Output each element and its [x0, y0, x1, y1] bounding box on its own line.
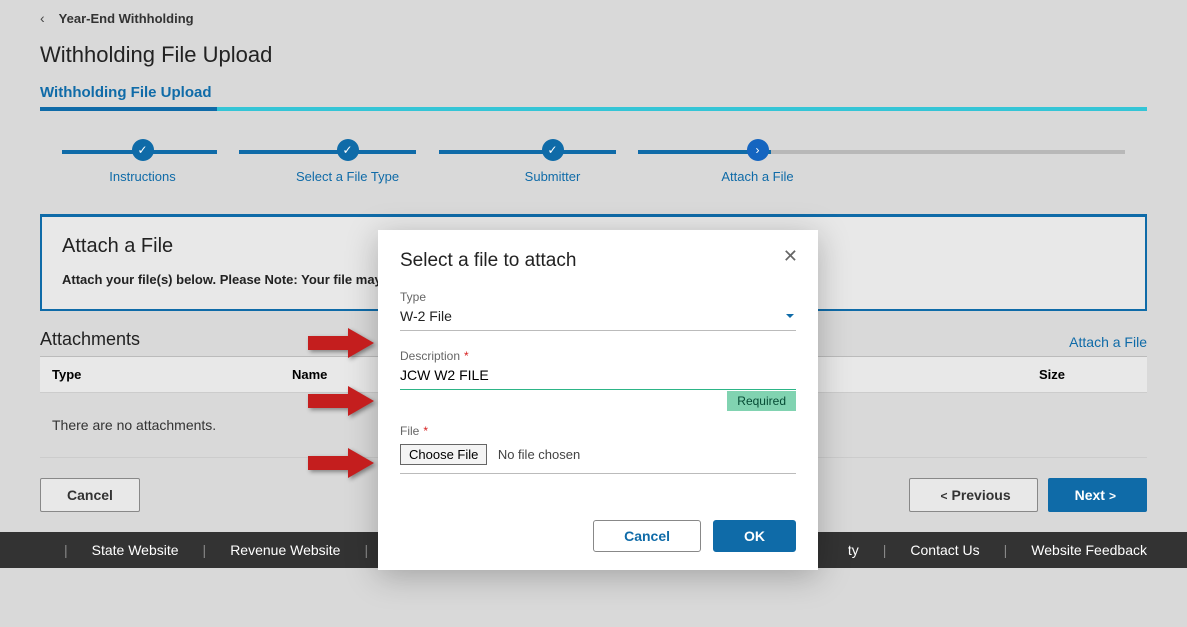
- footer-link-feedback[interactable]: Website Feedback: [1031, 542, 1147, 558]
- description-input-wrap: Required: [400, 363, 796, 390]
- field-description: Description* Required: [400, 349, 796, 390]
- footer-link-revenue[interactable]: Revenue Website: [230, 542, 340, 558]
- file-status: No file chosen: [498, 447, 580, 462]
- step-attach-file[interactable]: › Attach a File: [655, 139, 860, 184]
- arrow-callout-description: [308, 386, 378, 416]
- chevron-right-icon: >: [1109, 489, 1116, 503]
- footer-link-state[interactable]: State Website: [92, 542, 179, 558]
- attachments-heading: Attachments: [40, 329, 140, 350]
- step-label: Submitter: [450, 169, 655, 184]
- footer-link-contact[interactable]: Contact Us: [910, 542, 979, 558]
- step-select-file-type[interactable]: ✓ Select a File Type: [245, 139, 450, 184]
- required-pill: Required: [727, 391, 796, 411]
- previous-button[interactable]: < Previous: [909, 478, 1037, 512]
- step-submitter[interactable]: ✓ Submitter: [450, 139, 655, 184]
- modal-cancel-button[interactable]: Cancel: [593, 520, 701, 552]
- previous-label: Previous: [951, 487, 1010, 503]
- stepper: ✓ Instructions ✓ Select a File Type ✓ Su…: [0, 111, 1187, 194]
- field-type: Type W-2 File: [400, 290, 796, 331]
- page-title: Withholding File Upload: [0, 36, 1187, 84]
- type-select[interactable]: W-2 File: [400, 304, 796, 331]
- footer-link-partial[interactable]: ty: [848, 542, 859, 558]
- attach-file-link[interactable]: Attach a File: [1069, 334, 1147, 350]
- chevron-left-icon[interactable]: ‹: [40, 10, 45, 26]
- field-label: File*: [400, 424, 796, 438]
- field-label: Description*: [400, 349, 796, 363]
- description-input[interactable]: [400, 367, 677, 383]
- attach-file-modal: Select a file to attach ✕ Type W-2 File …: [378, 230, 818, 570]
- check-icon: ✓: [337, 139, 359, 161]
- breadcrumb[interactable]: ‹ Year-End Withholding: [0, 0, 1187, 36]
- cancel-button[interactable]: Cancel: [40, 478, 140, 512]
- next-button[interactable]: Next >: [1048, 478, 1147, 512]
- field-file: File* Choose File No file chosen: [400, 424, 796, 474]
- choose-file-button[interactable]: Choose File: [400, 444, 487, 465]
- next-label: Next: [1075, 487, 1105, 503]
- subtab-label[interactable]: Withholding File Upload: [40, 84, 212, 107]
- step-label: Instructions: [40, 169, 245, 184]
- modal-ok-button[interactable]: OK: [713, 520, 796, 552]
- arrow-callout-file: [308, 448, 378, 478]
- field-label: Type: [400, 290, 796, 304]
- chevron-left-icon: <: [940, 489, 947, 503]
- check-icon: ✓: [132, 139, 154, 161]
- step-label: Attach a File: [655, 169, 860, 184]
- breadcrumb-label[interactable]: Year-End Withholding: [59, 11, 194, 26]
- col-size[interactable]: Size: [1027, 357, 1147, 392]
- col-type[interactable]: Type: [40, 357, 280, 392]
- step-label: Select a File Type: [245, 169, 450, 184]
- check-icon: ✓: [542, 139, 564, 161]
- modal-title: Select a file to attach: [400, 250, 796, 272]
- arrow-right-icon: ›: [747, 139, 769, 161]
- step-instructions[interactable]: ✓ Instructions: [40, 139, 245, 184]
- arrow-callout-type: [308, 328, 378, 358]
- close-icon[interactable]: ✕: [783, 246, 798, 267]
